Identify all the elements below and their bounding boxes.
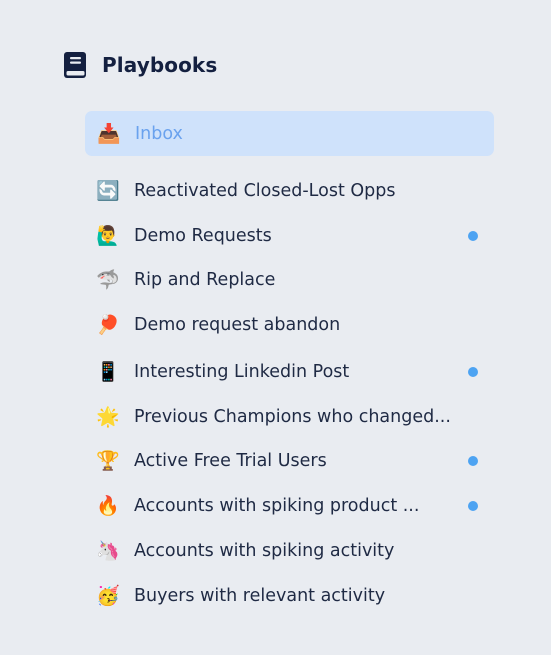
unread-dot [468, 456, 478, 466]
book-icon [64, 52, 86, 78]
playbook-label: Buyers with relevant activity [134, 586, 386, 606]
playbook-item-accounts-spiking-activity[interactable]: 🦄 Accounts with spiking activity [85, 533, 494, 569]
unread-dot [468, 367, 478, 377]
fire-icon: 🔥 [96, 495, 120, 517]
glowing-star-icon: 🌟 [96, 406, 120, 428]
playbook-label: Rip and Replace [134, 270, 276, 290]
playbooks-panel: Playbooks 📥 Inbox 🔄 Reactivated Closed-L… [0, 0, 551, 655]
shark-icon: 🦈 [96, 269, 120, 291]
sidebar-item-label: Inbox [135, 123, 183, 144]
playbook-label: Active Free Trial Users [134, 451, 327, 471]
mobile-phone-icon: 📱 [96, 361, 120, 383]
playbook-item-accounts-spiking-product[interactable]: 🔥 Accounts with spiking product ... [85, 488, 494, 524]
playbook-label: Accounts with spiking activity [134, 541, 395, 561]
person-raising-hand-icon: 🙋‍♂️ [96, 225, 120, 247]
unicorn-icon: 🦄 [96, 540, 120, 562]
playbooks-header: Playbooks [63, 50, 217, 80]
playbook-item-previous-champions[interactable]: 🌟 Previous Champions who changed... [85, 399, 494, 435]
unread-dot [468, 501, 478, 511]
playbook-label: Demo request abandon [134, 315, 341, 335]
playbook-item-active-free-trial-users[interactable]: 🏆 Active Free Trial Users [85, 443, 494, 479]
arrows-cycle-icon: 🔄 [96, 180, 120, 202]
partying-face-icon: 🥳 [96, 585, 120, 607]
page-title: Playbooks [102, 53, 218, 77]
playbook-label: Accounts with spiking product ... [134, 496, 420, 516]
playbook-label: Previous Champions who changed... [134, 407, 451, 427]
inbox-tray-icon: 📥 [97, 122, 121, 145]
sidebar-item-inbox[interactable]: 📥 Inbox [85, 111, 494, 156]
playbook-item-interesting-linkedin-post[interactable]: 📱 Interesting Linkedin Post [85, 354, 494, 390]
playbook-label: Interesting Linkedin Post [134, 362, 350, 382]
playbook-item-demo-requests[interactable]: 🙋‍♂️ Demo Requests [85, 218, 494, 254]
playbook-label: Reactivated Closed-Lost Opps [134, 181, 396, 201]
playbook-label: Demo Requests [134, 226, 272, 246]
unread-dot [468, 231, 478, 241]
playbook-item-reactivated-closed-lost-opps[interactable]: 🔄 Reactivated Closed-Lost Opps [85, 173, 494, 209]
playbook-item-rip-and-replace[interactable]: 🦈 Rip and Replace [85, 262, 494, 298]
playbook-item-demo-request-abandon[interactable]: 🏓 Demo request abandon [85, 307, 494, 343]
playbook-item-buyers-relevant-activity[interactable]: 🥳 Buyers with relevant activity [85, 578, 494, 614]
ping-pong-icon: 🏓 [96, 314, 120, 336]
trophy-icon: 🏆 [96, 450, 120, 472]
